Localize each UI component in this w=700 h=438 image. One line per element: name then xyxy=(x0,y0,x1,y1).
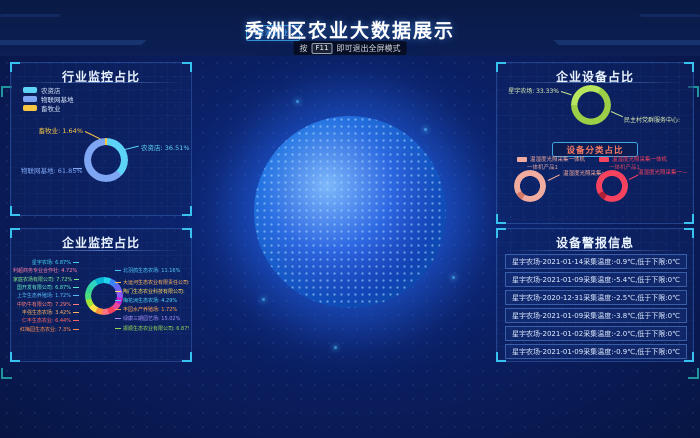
legend-item[interactable]: 畜牧业 xyxy=(23,103,61,113)
slice-label-xingyu: 星宇农场: 33.33% xyxy=(505,86,559,95)
farm-label: 利超商务专业合作社: 4.72% xyxy=(13,267,79,274)
corner-bracket xyxy=(10,352,20,362)
legend-label: 温湿度光照采集一体机 xyxy=(530,155,585,163)
corner-bracket xyxy=(182,206,192,216)
classify-donut-left[interactable] xyxy=(514,170,546,202)
industry-donut-chart[interactable] xyxy=(84,138,128,182)
fullscreen-tip: 按 F11即可退出全屏模式 xyxy=(294,41,407,55)
leader-line xyxy=(85,131,101,139)
legend-swatch xyxy=(599,157,609,162)
alarm-row[interactable]: 星宇农场-2021-01-14采集温度:-0.9℃,低于下限:0℃ xyxy=(505,254,687,269)
spark-dot xyxy=(452,276,455,279)
legend-swatch xyxy=(517,157,527,162)
legend-swatch xyxy=(23,96,37,102)
f11-key-badge: F11 xyxy=(312,43,333,54)
leader-line xyxy=(611,111,623,117)
alarm-row[interactable]: 星宇农场-2021-01-09采集温度:-3.8℃,低于下限:0℃ xyxy=(505,308,687,323)
leader-line xyxy=(73,168,82,169)
spark-dot xyxy=(424,128,427,131)
slice-label-iot-base: 物联网基地: 61.85% xyxy=(21,165,83,175)
farm-label: 星宇农场: 6.87% xyxy=(13,259,79,266)
legend-label: 畜牧业 xyxy=(41,103,61,113)
leader-line xyxy=(629,175,638,180)
device-donut-chart[interactable] xyxy=(571,85,611,125)
leader-line xyxy=(125,146,139,150)
farm-label: 丰园水产养殖场: 1.72% xyxy=(115,306,189,313)
legend-label: 温湿度光照采集一体机 xyxy=(612,155,667,163)
farm-label: 上华生态养殖场: 1.72% xyxy=(13,292,79,299)
slice-label-livestock: 畜牧业: 1.64% xyxy=(35,125,83,135)
panel-title: 企业监控占比 xyxy=(11,234,191,251)
legend-swatch xyxy=(23,87,37,93)
corner-bracket xyxy=(10,206,20,216)
spark-dot xyxy=(334,346,337,349)
farm-label: 仁丰生态农业: 6.44% xyxy=(13,317,79,324)
slice-label-minzhu: 民主村党群服务中心: xyxy=(624,115,690,124)
globe-visualization[interactable] xyxy=(254,116,446,308)
classify-donut-right[interactable] xyxy=(596,170,628,202)
farm-label: 家庭农场有限公司: 7.72% xyxy=(13,276,79,283)
farm-label: 北羽鸽生态农场: 11.16% xyxy=(115,267,189,274)
farm-label: 中奶牛有限公司: 7.29% xyxy=(13,301,79,308)
farm-label: 振顺生态农业有限公司: 6.87% xyxy=(115,325,189,332)
corner-bracket xyxy=(684,214,694,224)
farm-label: 红梅园生态农业: 7.3% xyxy=(13,326,79,333)
divider xyxy=(505,250,685,251)
slice-label-agristore: 农资店: 36.51% xyxy=(141,142,190,152)
farm-label: 梅花洲生态农场: 4.29% xyxy=(115,297,189,304)
alarm-row[interactable]: 星宇农场-2020-12-31采集温度:-2.5℃,低于下限:0℃ xyxy=(505,290,687,305)
farm-label: 丰强生态农场: 3.42% xyxy=(13,309,79,316)
divider xyxy=(19,82,183,83)
legend-item[interactable]: 温湿度光照采集一体机 xyxy=(599,155,667,163)
panel-title: 设备警报信息 xyxy=(497,234,693,251)
legend-swatch xyxy=(23,105,37,111)
legend-item[interactable]: 温湿度光照采集一体机 xyxy=(517,155,585,163)
header-bar: 秀洲农业 秀洲区农业大数据展示 按F11即可退出全屏模式 xyxy=(0,0,700,56)
farm-label: 绿康三期园艺场: 15.02% xyxy=(115,315,189,322)
panel-enterprise-monitor-ratio: 企业监控占比 星宇农场: 6.87% 利超商务专业合作社: 4.72% 家庭农场… xyxy=(10,228,192,362)
farm-label: 大运河生态农业有限责任公司: xyxy=(115,279,189,286)
corner-bracket xyxy=(182,352,192,362)
tip-prefix: 按 xyxy=(300,43,308,54)
alarm-row[interactable]: 星宇农场-2021-01-09采集温度:-5.4℃,低于下限:0℃ xyxy=(505,272,687,287)
panel-device-alarms: 设备警报信息 星宇农场-2021-01-14采集温度:-0.9℃,低于下限:0℃… xyxy=(496,228,694,362)
farm-label: 国开发有限公司: 6.87% xyxy=(13,284,79,291)
spark-dot xyxy=(296,100,299,103)
page-title: 秀洲区农业大数据展示 xyxy=(0,16,700,43)
slice-label: 温湿度光照采集一— xyxy=(638,168,688,176)
leader-line xyxy=(548,174,560,181)
alarm-row[interactable]: 星宇农场-2021-01-09采集温度:-0.9℃,低于下限:0℃ xyxy=(505,344,687,359)
panel-enterprise-device-ratio: 企业设备占比 星宇农场: 33.33% 民主村党群服务中心: 设备分类占比 温湿… xyxy=(496,62,694,224)
corner-bracket xyxy=(496,214,506,224)
spark-dot xyxy=(262,298,265,301)
edge-bracket xyxy=(688,368,699,379)
panel-industry-monitor-ratio: 行业监控占比 农资店 物联网基地 畜牧业 畜牧业: 1.64% 农资店: 36.… xyxy=(10,62,192,216)
divider xyxy=(19,250,183,251)
alarm-row[interactable]: 星宇农场-2021-01-02采集温度:-2.0℃,低于下限:0℃ xyxy=(505,326,687,341)
leader-line xyxy=(561,91,572,95)
edge-bracket xyxy=(1,368,12,379)
farm-label: 陶门生态农业科技有限公司: xyxy=(115,288,189,295)
divider xyxy=(505,82,685,83)
tip-suffix: 即可退出全屏模式 xyxy=(336,43,400,54)
